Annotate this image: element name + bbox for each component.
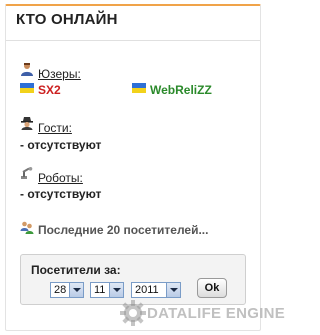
chevron-down-icon[interactable] [109,283,123,297]
users-label[interactable]: Юзеры: [38,67,81,81]
month-value: 11 [94,284,106,296]
guests-value: - отсутствуют [20,138,102,152]
title-divider [6,40,260,41]
watermark-text: DATALIFE ENGINE [147,305,286,322]
last-visitors-link[interactable]: Последние 20 посетителей... [38,223,208,237]
ukraine-flag-icon [20,83,34,93]
ok-button[interactable]: Ok [197,278,227,298]
ukraine-flag-icon [132,83,146,93]
guests-label[interactable]: Гости: [38,121,72,135]
robots-value: - отсутствуют [20,187,102,201]
widget-title: КТО ОНЛАЙН [16,11,118,28]
datalife-engine-watermark: DATALIFE ENGINE [117,296,285,334]
user-link-sx2[interactable]: SX2 [38,83,61,97]
spy-icon [21,117,33,130]
day-value: 28 [54,284,67,296]
user-link-webrelizz[interactable]: WebReliZZ [150,83,212,97]
robot-arm-icon [21,167,33,179]
chevron-down-icon[interactable] [166,283,180,297]
visitors-date-label: Посетители за: [31,263,121,277]
chevron-down-icon[interactable] [69,283,83,297]
users-group-icon [20,221,34,234]
robots-label[interactable]: Роботы: [38,171,83,185]
user-icon [21,63,33,76]
gear-icon [120,300,146,326]
day-select[interactable]: 28 [50,282,84,298]
year-value: 2011 [135,284,159,296]
